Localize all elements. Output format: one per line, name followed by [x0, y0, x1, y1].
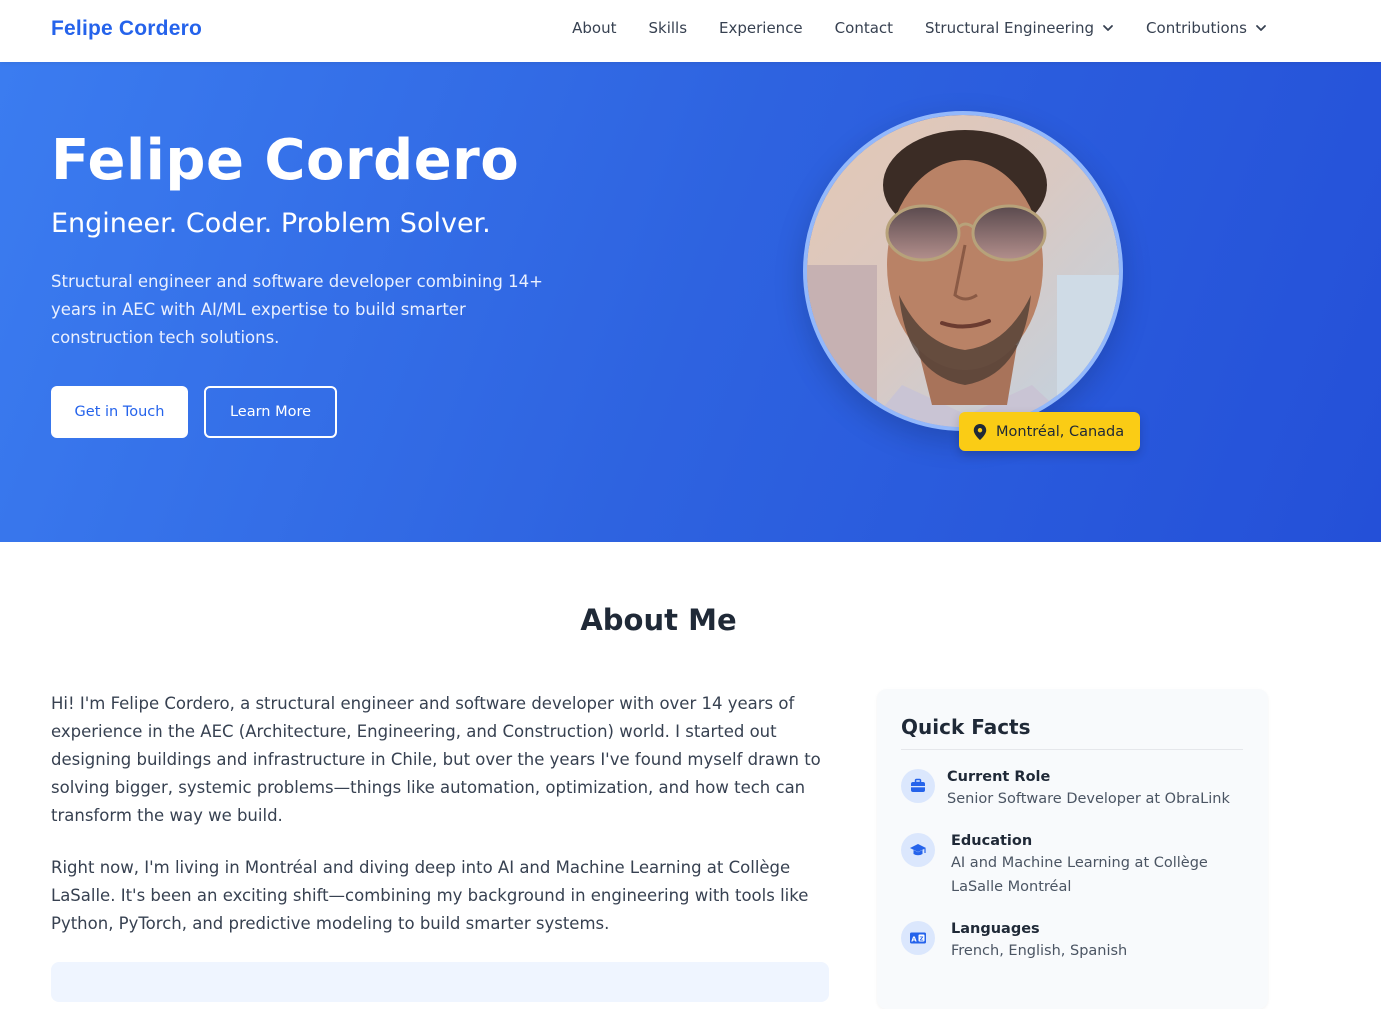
- location-text: Montréal, Canada: [996, 423, 1125, 440]
- avatar: [803, 111, 1123, 431]
- about-title: About Me: [580, 603, 737, 637]
- learn-more-button[interactable]: Learn More: [204, 386, 337, 438]
- highlight-box: [51, 962, 829, 1002]
- fact-value: Senior Software Developer at ObraLink: [947, 791, 1230, 807]
- nav-link-about[interactable]: About: [572, 19, 616, 37]
- location-badge: Montréal, Canada: [959, 412, 1141, 451]
- language-icon: AZ: [901, 921, 935, 955]
- brand-logo-link[interactable]: Felipe Cordero: [51, 17, 202, 41]
- graduation-cap-icon: [901, 833, 935, 867]
- fact-education: Education AI and Machine Learning at Col…: [901, 831, 1251, 899]
- map-pin-icon: [973, 423, 987, 440]
- nav-links: About Skills Experience Contact Structur…: [572, 19, 1267, 37]
- nav-dropdown-contributions[interactable]: Contributions: [1146, 19, 1267, 37]
- divider: [901, 749, 1243, 750]
- nav-link-experience[interactable]: Experience: [719, 19, 803, 37]
- fact-label: Current Role: [947, 769, 1051, 785]
- svg-text:A: A: [911, 936, 917, 944]
- nav-link-skills[interactable]: Skills: [648, 19, 687, 37]
- hero-name: Felipe Cordero: [51, 128, 520, 193]
- about-paragraph: Hi! I'm Felipe Cordero, a structural eng…: [51, 694, 821, 825]
- hero-description: Structural engineer and software develop…: [51, 272, 543, 347]
- navbar: Felipe Cordero About Skills Experience C…: [0, 0, 1381, 62]
- nav-dropdown-label: Contributions: [1146, 19, 1247, 37]
- quick-facts-card: Quick Facts Current Role Senior Software…: [877, 689, 1268, 1009]
- get-in-touch-button[interactable]: Get in Touch: [51, 386, 188, 438]
- svg-text:Z: Z: [920, 936, 924, 942]
- about-paragraph: Right now, I'm living in Montréal and di…: [51, 858, 809, 933]
- nav-link-contact[interactable]: Contact: [835, 19, 893, 37]
- fact-current-role: Current Role Senior Software Developer a…: [901, 767, 1247, 811]
- hero-tagline: Engineer. Coder. Problem Solver.: [51, 208, 491, 239]
- fact-label: Education: [951, 833, 1033, 849]
- chevron-down-icon: [1103, 25, 1113, 31]
- quick-facts-title: Quick Facts: [901, 715, 1031, 739]
- briefcase-icon: [901, 769, 935, 803]
- about-text: Hi! I'm Felipe Cordero, a structural eng…: [51, 690, 826, 962]
- hero-section: Felipe Cordero Engineer. Coder. Problem …: [0, 62, 1381, 542]
- profile-photo: [807, 115, 1119, 427]
- chevron-down-icon: [1256, 25, 1266, 31]
- nav-dropdown-label: Structural Engineering: [925, 19, 1095, 37]
- nav-dropdown-structural-engineering[interactable]: Structural Engineering: [925, 19, 1114, 37]
- fact-languages: AZ Languages French, English, Spanish: [901, 919, 1251, 963]
- fact-label: Languages: [951, 921, 1040, 937]
- fact-value: AI and Machine Learning at Collège LaSal…: [951, 855, 1208, 895]
- fact-value: French, English, Spanish: [951, 943, 1128, 959]
